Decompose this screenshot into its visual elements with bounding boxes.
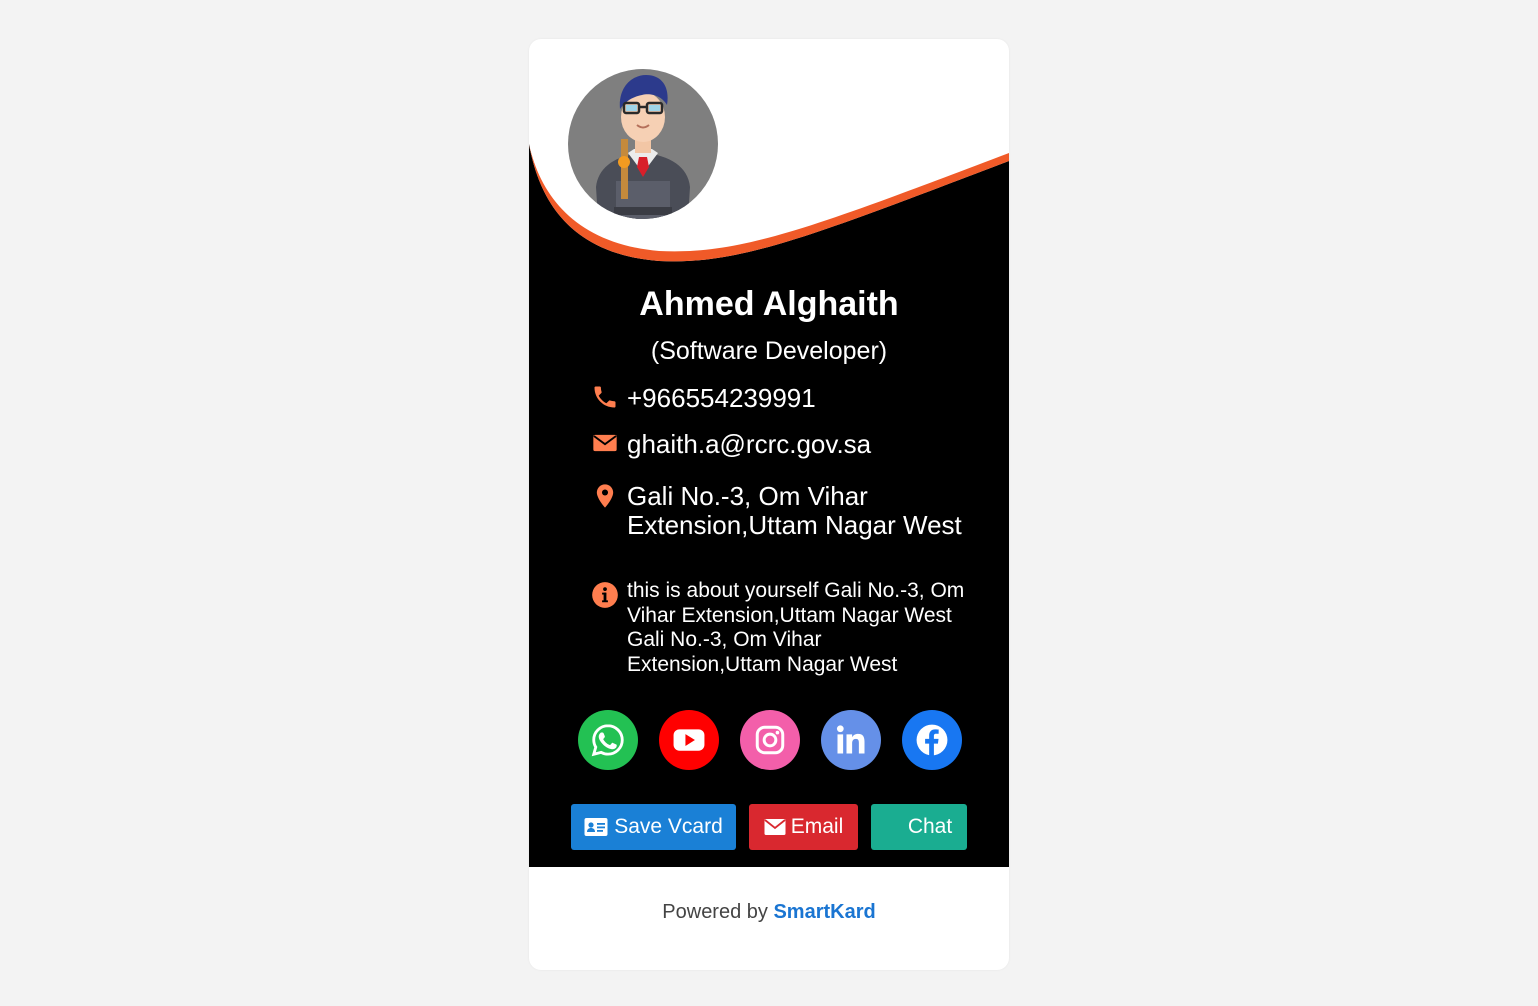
smartkard-link[interactable]: SmartKard — [773, 901, 875, 923]
address-line-1: Gali No.-3, Om Vihar — [627, 481, 868, 511]
card-hero: Ahmed Alghaith (Software Developer) +966… — [529, 39, 1009, 867]
whatsapp-icon — [591, 724, 624, 757]
profile-name-text: Ahmed Alghaith — [639, 285, 899, 323]
id-card-icon — [584, 818, 608, 836]
address-row[interactable]: Gali No.-3, Om Vihar Extension,Uttam Nag… — [591, 482, 962, 540]
email-row[interactable]: ghaith.a@rcrc.gov.sa — [591, 429, 871, 459]
instagram-icon — [755, 725, 785, 755]
about-row: this is about yourself Gali No.-3, Om Vi… — [591, 579, 964, 677]
envelope-icon — [593, 434, 617, 452]
whatsapp-link[interactable] — [578, 710, 638, 770]
chat-label: Chat — [907, 815, 953, 838]
location-pin-icon — [596, 484, 614, 508]
avatar — [568, 69, 718, 219]
envelope-icon — [764, 819, 786, 835]
email-button[interactable]: Email — [749, 804, 858, 850]
instagram-link[interactable] — [740, 710, 800, 770]
profile-name: Ahmed Alghaith — [529, 285, 1009, 324]
save-vcard-label: Save Vcard — [614, 815, 723, 838]
developer-avatar-icon — [596, 75, 690, 219]
facebook-link[interactable] — [902, 710, 962, 770]
about-line-2: Vihar Extension,Uttam Nagar West — [627, 603, 952, 627]
powered-by-text: Powered by — [662, 901, 774, 923]
youtube-link[interactable] — [659, 710, 719, 770]
phone-row[interactable]: +966554239991 — [591, 383, 816, 413]
save-vcard-button[interactable]: Save Vcard — [571, 804, 736, 850]
linkedin-link[interactable] — [821, 710, 881, 770]
action-buttons: Save Vcard Email Chat — [571, 804, 967, 850]
linkedin-icon — [836, 725, 865, 754]
about-line-1: this is about yourself Gali No.-3, Om — [627, 579, 965, 602]
profile-title: (Software Developer) — [650, 337, 888, 365]
social-links — [578, 710, 962, 770]
youtube-icon — [673, 729, 705, 751]
info-icon — [592, 582, 618, 608]
powered-by-footer: Powered by SmartKard — [529, 901, 1009, 924]
facebook-icon — [916, 724, 948, 756]
about-line-4: Extension,Uttam Nagar West — [627, 652, 898, 676]
email-address: ghaith.a@rcrc.gov.sa — [627, 429, 872, 459]
phone-number: +966554239991 — [627, 383, 816, 413]
phone-icon — [594, 386, 616, 408]
address-line-2: Extension,Uttam Nagar West — [627, 510, 962, 540]
chat-button[interactable]: Chat — [871, 804, 967, 850]
business-card: Ahmed Alghaith (Software Developer) +966… — [529, 39, 1009, 970]
about-line-3: Gali No.-3, Om Vihar — [627, 628, 822, 651]
email-label: Email — [790, 815, 844, 838]
